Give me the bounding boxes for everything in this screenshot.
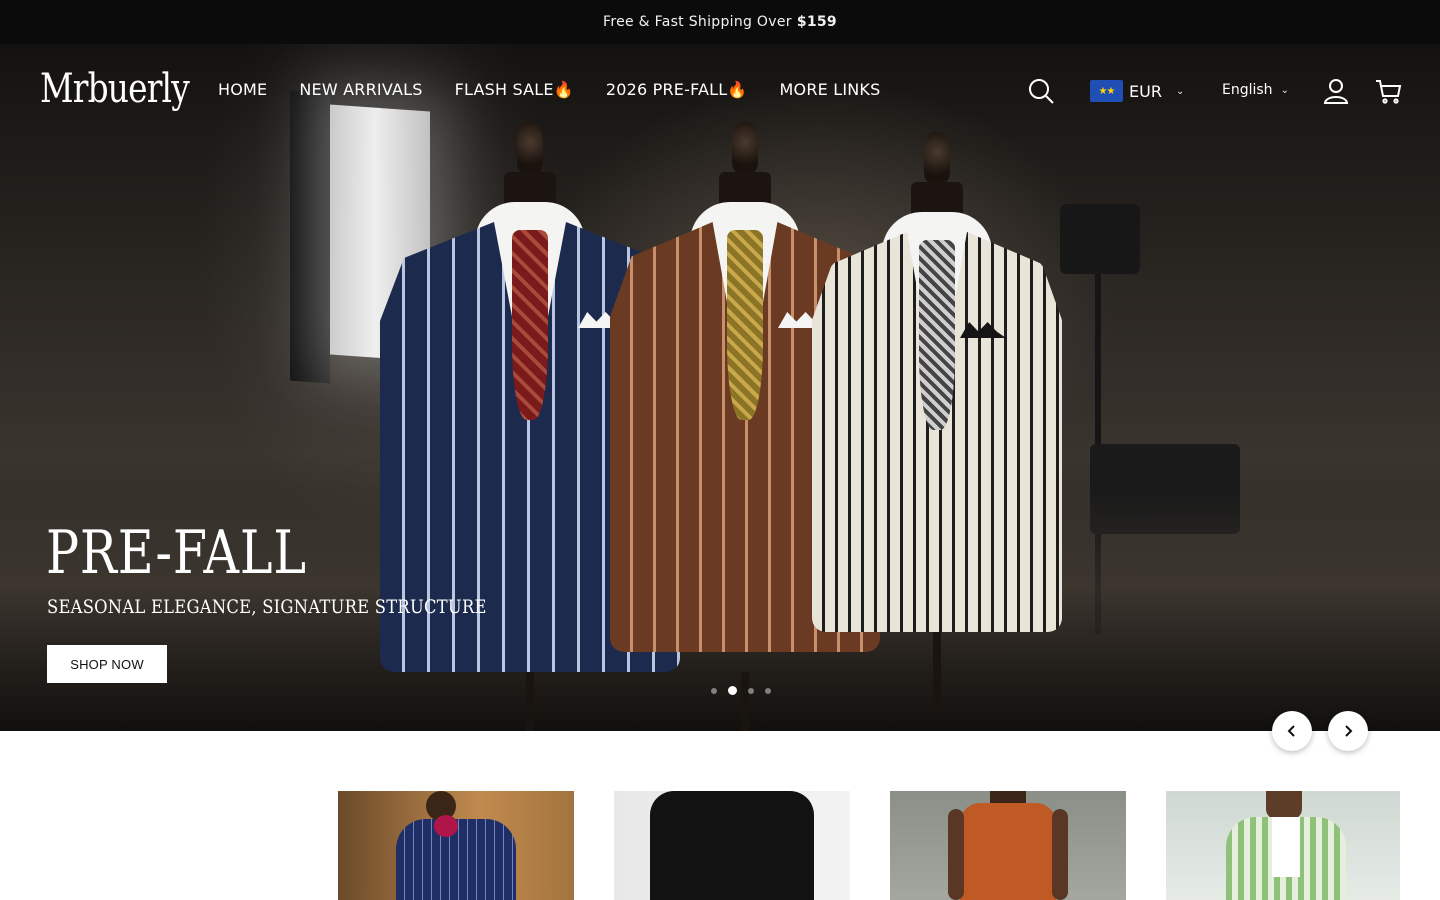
next-slide-button[interactable] — [1328, 711, 1368, 751]
hero-title: PRE-FALL — [46, 518, 307, 588]
site-logo[interactable]: Mrbuerly — [40, 66, 190, 112]
product-card[interactable] — [1166, 791, 1400, 900]
nav-home[interactable]: HOME — [218, 80, 267, 99]
chevron-down-icon: ⌄ — [1175, 85, 1185, 97]
slide-indicator — [711, 686, 771, 695]
product-card[interactable] — [338, 791, 574, 900]
chevron-down-icon: ⌄ — [1280, 84, 1289, 96]
hero-banner[interactable] — [0, 44, 1440, 731]
chevron-left-icon — [1287, 725, 1295, 737]
nav-more-links[interactable]: MORE LINKS — [780, 80, 881, 99]
mannequin-cream-suit — [812, 132, 1062, 731]
hero-subtitle: SEASONAL ELEGANCE, SIGNATURE STRUCTURE — [47, 596, 487, 618]
slide-dot-3[interactable] — [748, 687, 754, 694]
slide-dot-4[interactable] — [765, 687, 771, 694]
product-image-black-suit — [650, 791, 814, 900]
product-card[interactable] — [890, 791, 1126, 900]
eu-flag-icon: ★★ — [1090, 80, 1123, 102]
slide-dot-1[interactable] — [711, 687, 717, 694]
announcement-text: Free & Fast Shipping Over — [603, 14, 792, 30]
flower-boutonniere — [434, 815, 458, 837]
cart-icon[interactable] — [1374, 77, 1402, 105]
search-icon[interactable] — [1027, 77, 1055, 105]
white-shirt — [1272, 817, 1300, 877]
site-header: Mrbuerly HOME NEW ARRIVALS FLASH SALE🔥 2… — [0, 44, 1440, 140]
prev-slide-button[interactable] — [1272, 711, 1312, 751]
currency-code: EUR — [1129, 81, 1162, 101]
nav-2026-pre-fall[interactable]: 2026 PRE-FALL🔥 — [606, 80, 748, 99]
main-nav: HOME NEW ARRIVALS FLASH SALE🔥 2026 PRE-F… — [218, 80, 880, 99]
slide-dot-2[interactable] — [728, 686, 737, 695]
product-image-orange-vest — [960, 803, 1056, 900]
language-label: English — [1222, 82, 1273, 98]
announcement-highlight: $159 — [796, 14, 837, 30]
nav-new-arrivals[interactable]: NEW ARRIVALS — [299, 80, 422, 99]
shop-now-button[interactable]: SHOP NOW — [47, 645, 167, 683]
language-selector[interactable]: English ⌄ — [1222, 82, 1289, 98]
nav-flash-sale[interactable]: FLASH SALE🔥 — [455, 80, 574, 99]
announcement-bar: Free & Fast Shipping Over $159 — [0, 0, 1440, 44]
account-icon[interactable] — [1322, 77, 1350, 105]
product-card[interactable] — [614, 791, 850, 900]
chevron-right-icon — [1345, 725, 1353, 737]
studio-camera — [1060, 204, 1140, 274]
currency-selector[interactable]: ★★ EUR ⌄ — [1090, 80, 1184, 102]
